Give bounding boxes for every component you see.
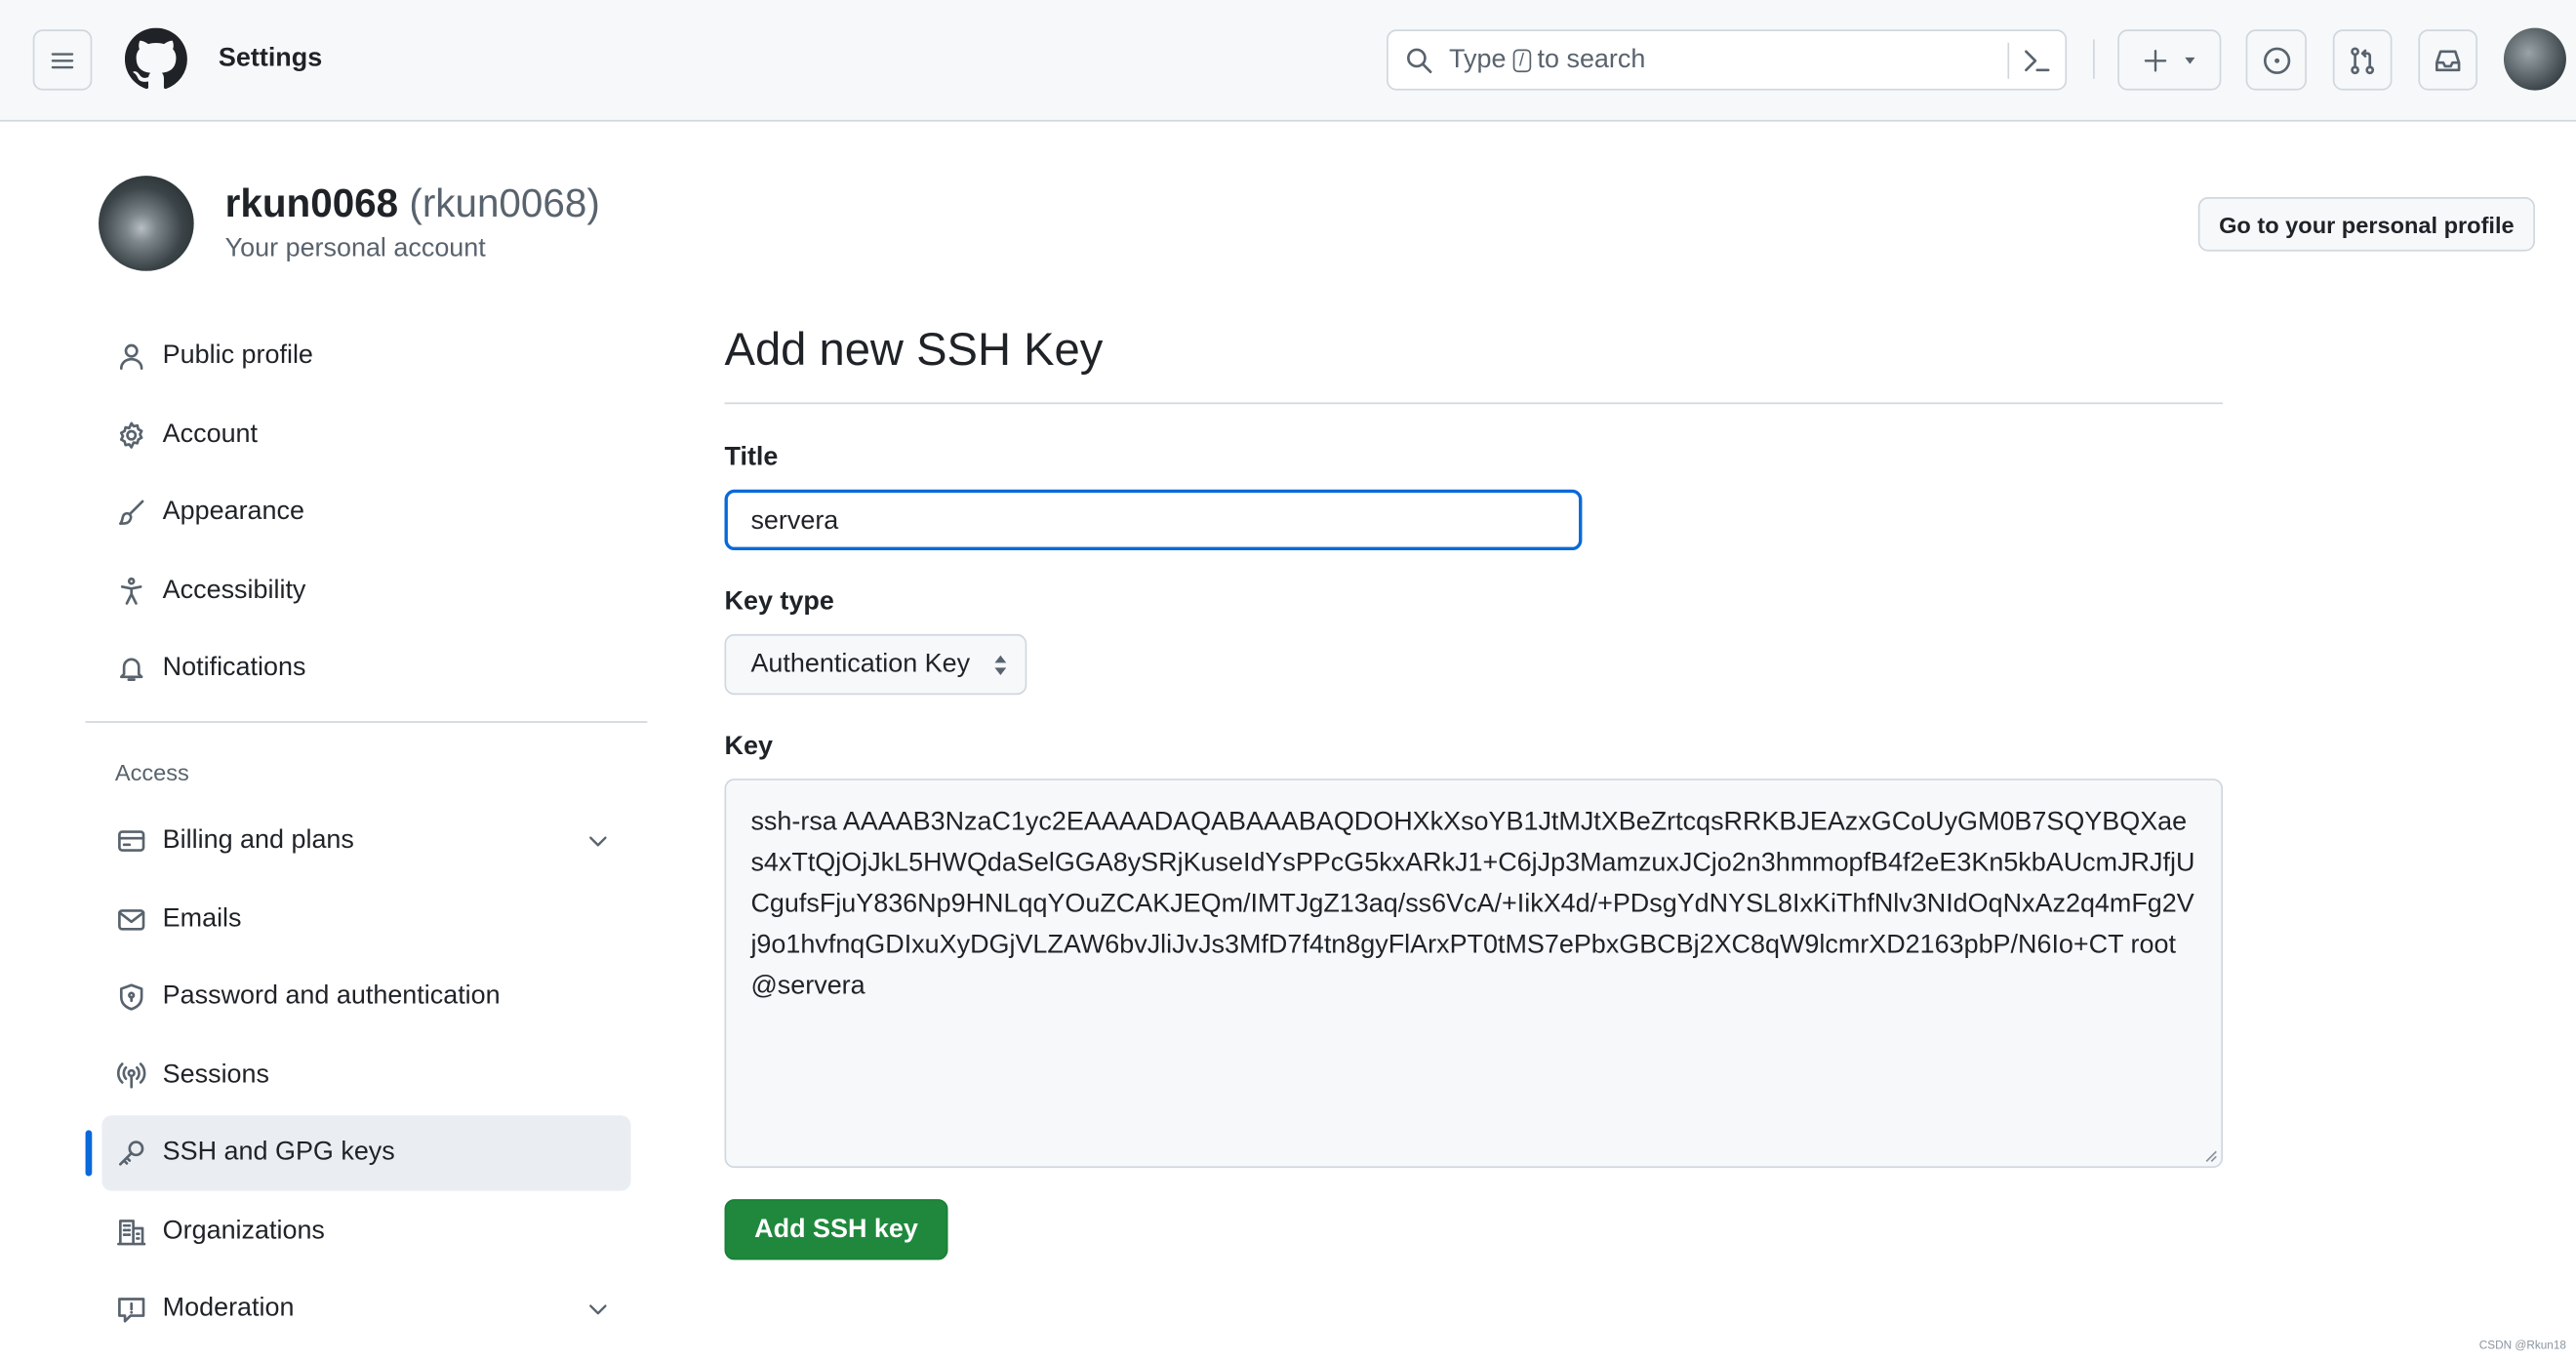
credit-card-icon xyxy=(118,830,145,852)
account-handle: (rkun0068) xyxy=(409,181,600,227)
sidebar-item-emails[interactable]: Emails xyxy=(101,881,630,956)
sidebar-item-accessibility[interactable]: Accessibility xyxy=(101,553,630,628)
sidebar-item-password-and-authentication[interactable]: Password and authentication xyxy=(101,959,630,1034)
select-arrows-icon xyxy=(994,655,1007,676)
sidebar-item-label: Public profile xyxy=(162,341,313,370)
account-avatar xyxy=(99,176,194,271)
accessibility-icon xyxy=(120,577,142,604)
github-logo[interactable] xyxy=(124,27,187,91)
resize-handle-icon[interactable] xyxy=(2203,1148,2218,1163)
title-input[interactable]: servera xyxy=(724,489,1583,551)
account-subtitle: Your personal account xyxy=(224,234,486,263)
issues-button[interactable] xyxy=(2245,29,2307,91)
page-heading: Add new SSH Key xyxy=(724,323,1104,375)
heading-divider xyxy=(724,402,2224,405)
paintbrush-icon xyxy=(119,500,144,526)
person-icon xyxy=(119,343,143,371)
search-icon xyxy=(1407,47,1432,73)
inbox-button[interactable] xyxy=(2418,29,2478,91)
sidebar-item-label: SSH and GPG keys xyxy=(162,1138,395,1167)
triangle-down-icon xyxy=(2184,57,2194,63)
sidebar-item-sessions[interactable]: Sessions xyxy=(101,1037,630,1112)
sidebar-item-organizations[interactable]: Organizations xyxy=(101,1193,630,1268)
key-type-select[interactable]: Authentication Key xyxy=(724,633,1027,696)
sidebar-item-label: Sessions xyxy=(162,1060,269,1089)
page-context-title: Settings xyxy=(218,44,323,73)
sidebar-item-appearance[interactable]: Appearance xyxy=(101,475,630,550)
sidebar-item-label: Accessibility xyxy=(162,576,306,604)
sidebar-item-label: Appearance xyxy=(162,498,304,526)
sidebar-item-label: Account xyxy=(162,420,259,448)
go-to-profile-button[interactable]: Go to your personal profile xyxy=(2197,197,2535,252)
sidebar-item-moderation[interactable]: Moderation xyxy=(101,1271,630,1346)
hamburger-icon xyxy=(51,52,74,68)
sidebar-item-ssh-and-gpg-keys[interactable]: SSH and GPG keys xyxy=(101,1115,631,1191)
selected-indicator xyxy=(85,1130,93,1177)
issue-opened-icon xyxy=(2263,46,2290,74)
bell-icon xyxy=(119,658,143,681)
sidebar-item-account[interactable]: Account xyxy=(101,397,630,472)
key-type-value: Authentication Key xyxy=(750,649,971,678)
key-icon xyxy=(119,1141,144,1166)
broadcast-icon xyxy=(117,1061,146,1088)
key-type-label: Key type xyxy=(724,587,834,617)
sidebar-section-label: Access xyxy=(114,758,189,785)
shield-icon xyxy=(119,983,143,1011)
sidebar-item-label: Emails xyxy=(162,903,242,933)
key-textarea[interactable]: ssh-rsa AAAAB3NzaC1yc2EAAAADAQABAAABAQDO… xyxy=(724,779,2224,1169)
command-palette-icon[interactable] xyxy=(2023,46,2052,75)
sidebar-item-billing-and-plans[interactable]: Billing and plans xyxy=(101,803,630,878)
sidebar-item-label: Moderation xyxy=(162,1294,295,1323)
report-icon xyxy=(118,1298,145,1323)
inbox-icon xyxy=(2435,49,2461,71)
organization-icon xyxy=(117,1219,146,1245)
account-name-line: rkun0068 (rkun0068) xyxy=(225,182,600,228)
search-placeholder-suffix: to search xyxy=(1537,45,1646,73)
sidebar-item-label: Organizations xyxy=(162,1216,325,1245)
pull-requests-button[interactable] xyxy=(2332,29,2393,91)
sidebar-item-notifications[interactable]: Notifications xyxy=(101,631,630,706)
create-new-button[interactable] xyxy=(2117,29,2222,91)
divider xyxy=(2007,42,2010,79)
mail-icon xyxy=(118,908,145,930)
chevron-down-icon[interactable] xyxy=(584,828,611,855)
search-input[interactable]: Type / to search xyxy=(1387,29,2068,91)
user-avatar-menu[interactable] xyxy=(2503,27,2566,91)
sidebar-divider xyxy=(85,721,648,723)
chevron-down-icon[interactable] xyxy=(584,1296,611,1322)
key-value: ssh-rsa AAAAB3NzaC1yc2EAAAADAQABAAABAQDO… xyxy=(750,808,2195,1001)
sidebar-item-label: Notifications xyxy=(162,654,306,682)
git-pull-request-icon xyxy=(2351,46,2375,74)
sidebar-item-public-profile[interactable]: Public profile xyxy=(101,319,630,394)
title-label: Title xyxy=(724,443,779,472)
gear-icon xyxy=(119,420,143,448)
watermark: CSDN @Rkun18 xyxy=(2478,1340,2566,1352)
sidebar-item-label: Billing and plans xyxy=(162,825,354,855)
key-label: Key xyxy=(724,732,773,761)
github-logo-icon xyxy=(124,27,187,90)
top-header: Settings Type / to search xyxy=(0,0,2576,122)
menu-button[interactable] xyxy=(32,29,93,91)
plus-icon xyxy=(2143,49,2166,71)
sidebar-item-label: Password and authentication xyxy=(162,981,501,1011)
search-shortcut-key: / xyxy=(1512,48,1531,72)
search-placeholder: Type xyxy=(1449,45,1507,73)
account-username: rkun0068 xyxy=(224,181,399,227)
header-divider xyxy=(2093,39,2095,79)
add-ssh-key-button[interactable]: Add SSH key xyxy=(724,1199,948,1261)
